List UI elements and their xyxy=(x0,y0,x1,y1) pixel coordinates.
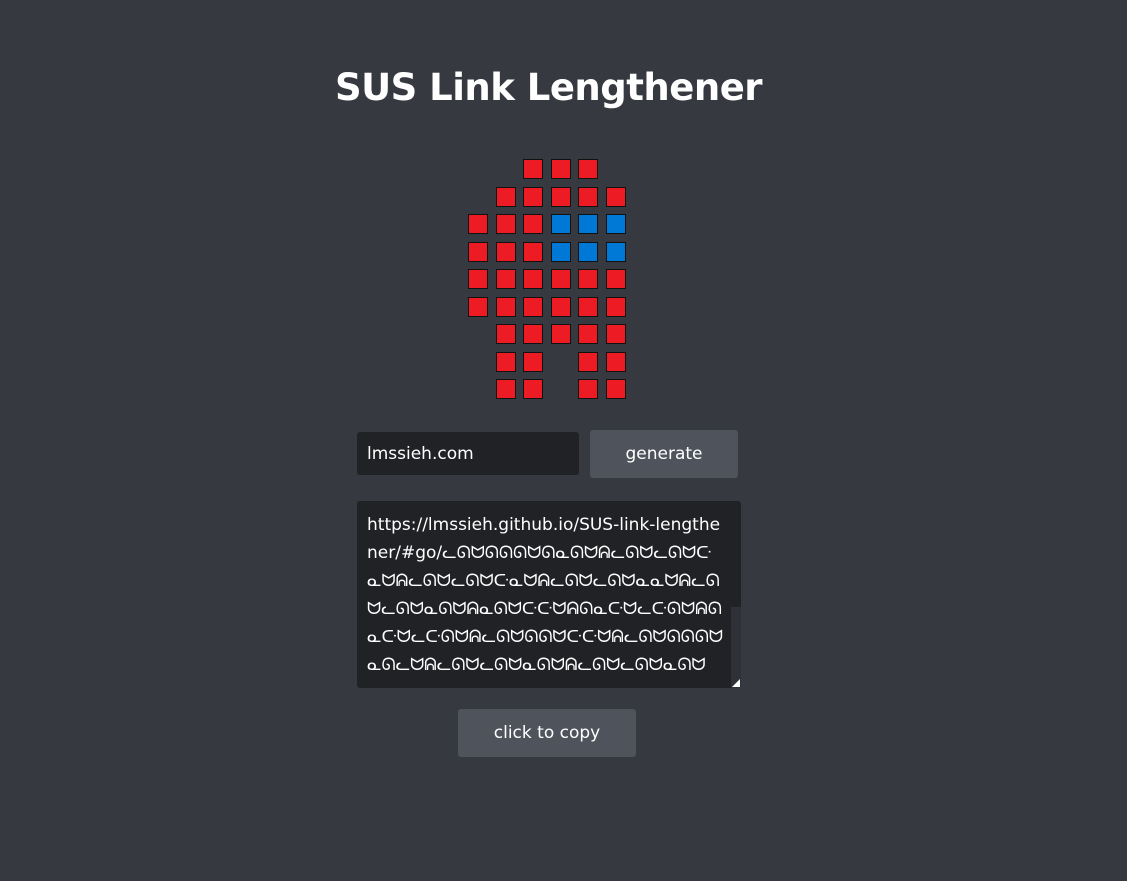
body-pixel xyxy=(496,352,516,372)
visor-pixel xyxy=(606,242,626,262)
page-title: SUS Link Lengthener xyxy=(334,66,763,109)
body-pixel xyxy=(606,187,626,207)
body-pixel xyxy=(606,297,626,317)
generate-button[interactable]: generate xyxy=(590,430,738,478)
body-pixel xyxy=(551,324,571,344)
body-pixel xyxy=(496,297,516,317)
body-pixel xyxy=(578,324,598,344)
body-pixel xyxy=(606,324,626,344)
body-pixel xyxy=(496,379,516,399)
body-pixel xyxy=(496,242,516,262)
body-pixel xyxy=(606,379,626,399)
body-pixel xyxy=(468,297,488,317)
body-pixel xyxy=(578,269,598,289)
body-pixel xyxy=(523,187,543,207)
body-pixel xyxy=(496,187,516,207)
body-pixel xyxy=(578,379,598,399)
scrollbar[interactable] xyxy=(731,607,741,688)
body-pixel xyxy=(551,297,571,317)
body-pixel xyxy=(468,214,488,234)
body-pixel xyxy=(468,242,488,262)
body-pixel xyxy=(496,269,516,289)
crewmate-icon xyxy=(468,159,632,409)
output-textarea[interactable]: https://lmssieh.github.io/SUS-link-lengt… xyxy=(357,501,741,688)
body-pixel xyxy=(551,159,571,179)
body-pixel xyxy=(523,297,543,317)
visor-pixel xyxy=(551,242,571,262)
visor-pixel xyxy=(578,242,598,262)
page: SUS Link Lengthener generate https://lms… xyxy=(0,0,1127,881)
body-pixel xyxy=(523,352,543,372)
body-pixel xyxy=(578,187,598,207)
body-pixel xyxy=(523,159,543,179)
body-pixel xyxy=(523,379,543,399)
body-pixel xyxy=(523,242,543,262)
visor-pixel xyxy=(606,214,626,234)
body-pixel xyxy=(523,269,543,289)
body-pixel xyxy=(578,159,598,179)
body-pixel xyxy=(468,269,488,289)
body-pixel xyxy=(606,352,626,372)
body-pixel xyxy=(578,297,598,317)
visor-pixel xyxy=(551,214,571,234)
body-pixel xyxy=(523,214,543,234)
body-pixel xyxy=(551,269,571,289)
copy-button[interactable]: click to copy xyxy=(458,709,636,757)
body-pixel xyxy=(606,269,626,289)
url-input[interactable] xyxy=(357,432,579,475)
output-text: https://lmssieh.github.io/SUS-link-lengt… xyxy=(367,515,724,675)
body-pixel xyxy=(578,352,598,372)
body-pixel xyxy=(551,187,571,207)
body-pixel xyxy=(496,324,516,344)
body-pixel xyxy=(523,324,543,344)
visor-pixel xyxy=(578,214,598,234)
body-pixel xyxy=(496,214,516,234)
